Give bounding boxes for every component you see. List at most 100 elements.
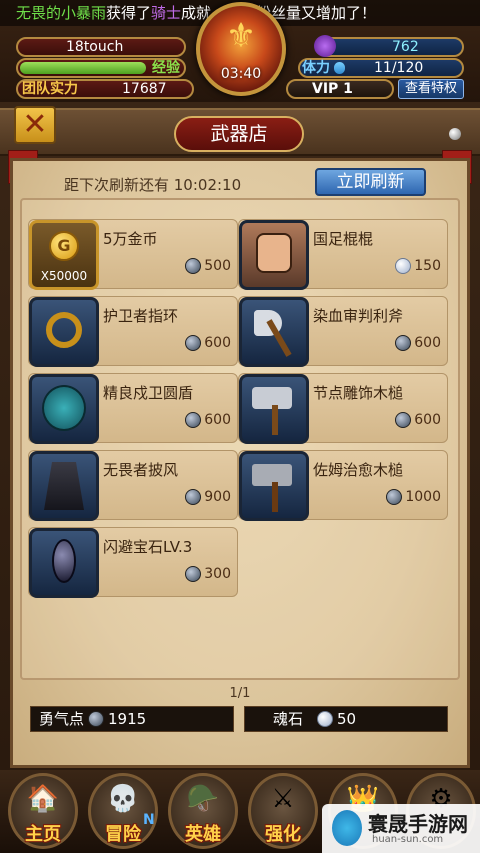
home-icon: 🏠 <box>26 784 60 814</box>
vip-level: VIP 1 <box>312 81 353 97</box>
exp-label: 经验 <box>152 60 180 76</box>
nav-enhance[interactable]: ⚔ 强化 <box>248 773 318 849</box>
shop-item[interactable]: 闪避宝石LV.3 300 <box>28 527 238 598</box>
soul-value: 762 <box>392 39 419 55</box>
soul-coin-icon <box>185 412 202 428</box>
gem-stone-icon <box>29 528 99 598</box>
soulstone-value: 50 <box>337 710 357 728</box>
player-name-bar[interactable]: 18touch <box>16 37 186 57</box>
gem-currency-icon <box>317 711 334 727</box>
nav-label: 主页 <box>25 824 61 845</box>
item-price: 600 <box>185 412 231 428</box>
team-power-bar: 团队实力 17687 <box>16 79 194 99</box>
soul-coin-icon <box>395 335 412 351</box>
stamina-bar: 体力 11/120 <box>298 58 464 78</box>
courage-label: 勇气点 <box>39 710 85 728</box>
item-name: 精良戍卫圆盾 <box>103 384 194 402</box>
skull-icon: 💀 <box>106 784 140 814</box>
soul-coin-icon <box>88 711 105 727</box>
item-name: 节点雕饰木槌 <box>313 384 404 402</box>
ticker-action: 获得了 <box>106 4 152 22</box>
soul-coin-icon <box>185 566 202 582</box>
exp-bar-fill <box>20 62 146 74</box>
exp-bar: 经验 <box>16 58 186 78</box>
item-quantity: X50000 <box>40 269 88 283</box>
item-name: 5万金币 <box>103 230 158 248</box>
watermark-logo-icon <box>332 810 362 846</box>
refresh-now-button[interactable]: 立即刷新 <box>315 168 426 196</box>
ticker-player: 无畏的小暴雨 <box>16 4 107 22</box>
shop-item[interactable]: 染血审判利斧 600 <box>238 296 448 367</box>
shop-item[interactable]: G X50000 5万金币 500 <box>28 219 238 290</box>
stamina-value: 11/120 <box>374 60 424 76</box>
hammer-icon <box>239 451 309 521</box>
team-power-value: 17687 <box>122 81 167 97</box>
item-price: 900 <box>185 489 231 505</box>
sword-icon: ⚔ <box>271 784 295 814</box>
shop-item[interactable]: 国足棍棍 150 <box>238 219 448 290</box>
item-name: 佐姆治愈木槌 <box>313 461 404 479</box>
soulstone-label: 魂石 <box>273 710 304 728</box>
stamina-bar-fill <box>334 62 345 74</box>
soul-coin-icon <box>185 258 202 274</box>
refresh-countdown: 距下次刷新还有 10:02:10 <box>64 176 242 194</box>
watermark-title: 寰晟手游网 <box>368 812 468 836</box>
page-indicator: 1/1 <box>229 686 251 701</box>
item-name: 染血审判利斧 <box>313 307 404 325</box>
shop-item[interactable]: 无畏者披风 900 <box>28 450 238 521</box>
item-price: 600 <box>185 335 231 351</box>
cloak-icon <box>29 451 99 521</box>
close-button[interactable]: ✕ <box>14 106 56 144</box>
countdown-timer: 03:40 <box>220 66 262 82</box>
team-power-label: 团队实力 <box>22 81 78 97</box>
item-name: 护卫者指环 <box>103 307 179 325</box>
player-name: 18touch <box>66 39 124 55</box>
shop-item[interactable]: 节点雕饰木槌 600 <box>238 373 448 444</box>
courage-points: 勇气点 1915 <box>30 706 234 732</box>
guild-emblem[interactable]: ⚜ 03:40 <box>196 2 286 96</box>
axe-icon <box>239 297 309 367</box>
gold-coin-icon: G X50000 <box>29 220 99 290</box>
item-price: 1000 <box>386 489 441 505</box>
shop-item[interactable]: 护卫者指环 600 <box>28 296 238 367</box>
nav-label: 强化 <box>265 824 301 845</box>
shop-item[interactable]: 精良戍卫圆盾 600 <box>28 373 238 444</box>
nav-heroes[interactable]: 🪖 英雄 <box>168 773 238 849</box>
shop-item[interactable]: 佐姆治愈木槌 1000 <box>238 450 448 521</box>
item-price: 500 <box>185 258 231 274</box>
vip-privileges-button[interactable]: 查看特权 <box>398 79 464 99</box>
shop-title: 武器店 <box>174 116 304 152</box>
item-price: 600 <box>395 335 441 351</box>
item-name: 无畏者披风 <box>103 461 179 479</box>
item-name: 国足棍棍 <box>313 230 374 248</box>
stamina-label: 体力 <box>302 60 330 76</box>
emblem-icon: ⚜ <box>225 16 257 56</box>
watermark: 寰晟手游网 huan-sun.com <box>322 804 480 853</box>
gem-currency-icon <box>395 258 412 274</box>
ticker-role: 骑士 <box>151 4 182 22</box>
close-icon: ✕ <box>22 107 48 142</box>
soul-currency-bar: 762 <box>314 35 464 57</box>
mallet-icon <box>239 374 309 444</box>
shield-icon <box>29 374 99 444</box>
item-name: 闪避宝石LV.3 <box>103 538 193 556</box>
nav-home[interactable]: 🏠 主页 <box>8 773 78 849</box>
watermark-url: huan-sun.com <box>372 834 444 845</box>
soul-coin-icon <box>185 489 202 505</box>
indicator-dot-icon <box>449 128 461 140</box>
item-price: 150 <box>395 258 441 274</box>
ring-icon <box>29 297 99 367</box>
item-price: 600 <box>395 412 441 428</box>
vip-bar: VIP 1 <box>286 79 394 99</box>
courage-value: 1915 <box>108 710 147 728</box>
soul-icon <box>314 35 336 57</box>
new-badge: N <box>143 812 155 828</box>
helmet-icon: 🪖 <box>186 784 220 814</box>
nav-label: 英雄 <box>185 824 221 845</box>
item-price: 300 <box>185 566 231 582</box>
hero-portrait-icon <box>239 220 309 290</box>
soul-coin-icon <box>395 412 412 428</box>
soul-stones: 魂石 50 <box>244 706 448 732</box>
nav-adventure[interactable]: 💀 冒险 N <box>88 773 158 849</box>
soul-coin-icon <box>185 335 202 351</box>
